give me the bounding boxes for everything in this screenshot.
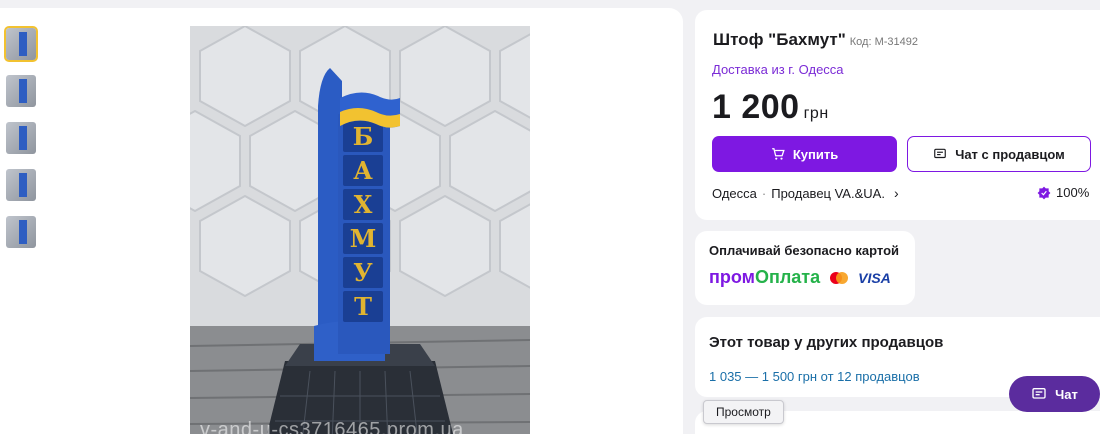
main-product-photo[interactable]: Б А Х М У Т v-and-u-cs3716465.prom.ua — [190, 26, 530, 434]
product-image: Б А Х М У Т — [190, 26, 530, 434]
payment-logos: промОплата VISA — [709, 267, 891, 288]
visa-logo: VISA — [858, 269, 891, 286]
product-title: Штоф "Бахмут" Код: М-31492 — [713, 30, 918, 49]
thumbnail-2[interactable] — [4, 73, 38, 109]
chat-icon — [934, 148, 947, 159]
product-code: Код: М-31492 — [849, 36, 918, 48]
product-gallery: Б А Х М У Т v-and-u-cs3716465.prom.ua — [0, 8, 683, 434]
view-tooltip: Просмотр — [703, 400, 784, 424]
svg-text:Х: Х — [354, 190, 373, 219]
currency: грн — [803, 105, 829, 122]
thumbnail-1[interactable] — [4, 26, 38, 62]
chat-icon — [1032, 388, 1046, 399]
svg-text:У: У — [353, 258, 373, 287]
watermark: v-and-u-cs3716465.prom.ua — [200, 419, 464, 434]
thumbnail-4[interactable] — [4, 167, 38, 203]
badge-check-icon — [1037, 186, 1051, 199]
payment-card: Оплачивай безопасно картой промОплата VI… — [695, 231, 915, 305]
mastercard-icon — [830, 271, 849, 284]
product-info-card: Штоф "Бахмут" Код: М-31492 Доставка из г.… — [695, 10, 1100, 220]
svg-text:Б: Б — [353, 122, 374, 151]
payment-title: Оплачивай безопасно картой — [709, 243, 900, 258]
cart-icon — [771, 148, 785, 160]
other-sellers-range[interactable]: 1 035 — 1 500 грн от 12 продавцов — [709, 369, 920, 384]
seller-rating: 100% — [1037, 185, 1089, 200]
floating-chat-button[interactable]: Чат — [1009, 376, 1100, 412]
svg-text:М: М — [350, 224, 377, 253]
prom-oplata-logo: промОплата — [709, 267, 821, 287]
seller-link[interactable]: Одесса · Продавец VA.&UA. › — [712, 185, 899, 201]
thumbnail-3[interactable] — [4, 120, 38, 156]
chat-with-seller-button[interactable]: Чат с продавцом — [907, 136, 1091, 172]
delivery-info[interactable]: Доставка из г. Одесса — [712, 62, 844, 77]
chevron-right-icon: › — [893, 185, 899, 201]
buy-button[interactable]: Купить — [712, 136, 897, 172]
svg-text:Т: Т — [354, 292, 372, 321]
other-sellers-title: Этот товар у других продавцов — [709, 334, 944, 351]
thumbnail-5[interactable] — [4, 214, 38, 250]
thumbnail-strip — [4, 26, 38, 261]
product-price: 1 200 грн — [712, 88, 829, 126]
svg-text:А: А — [353, 156, 373, 185]
